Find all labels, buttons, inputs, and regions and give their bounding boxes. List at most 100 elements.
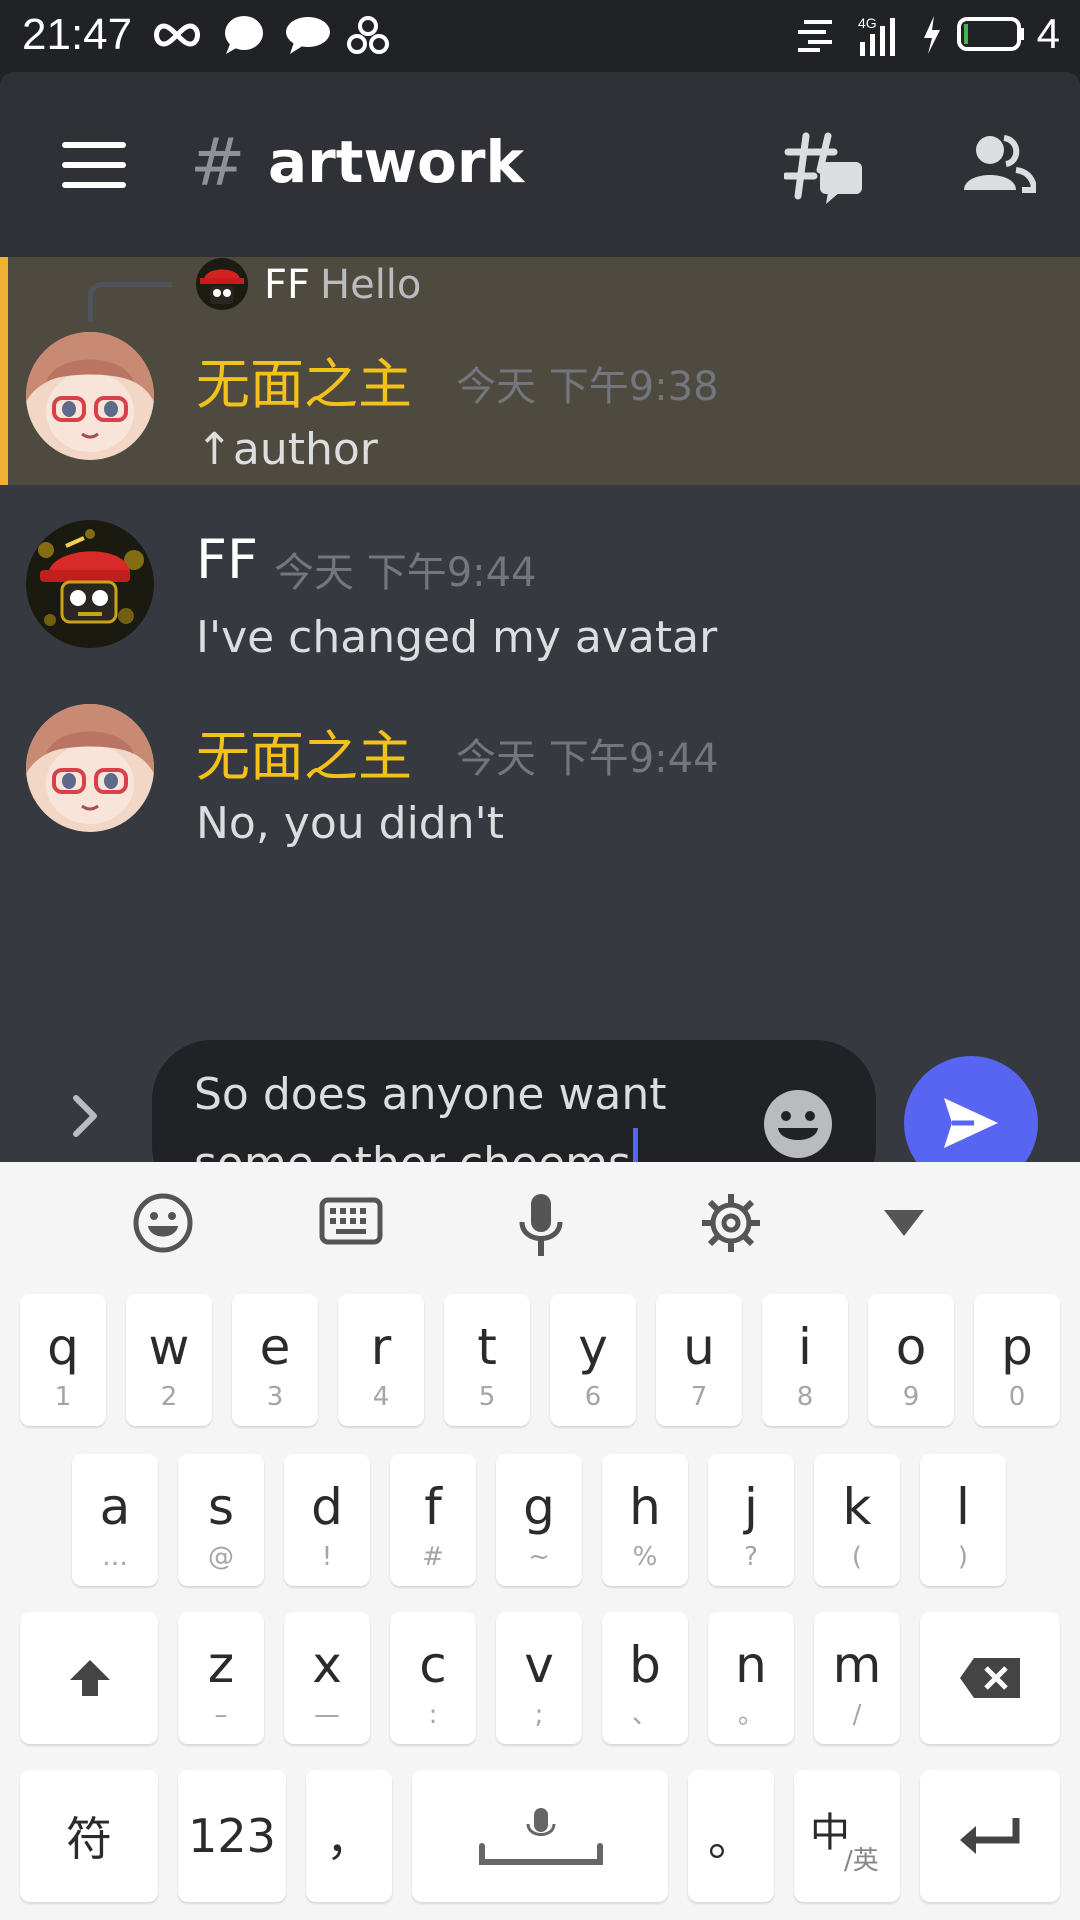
key-secondary-label: 0 — [1008, 1382, 1026, 1412]
key-t[interactable]: t5 — [444, 1294, 530, 1426]
key-label: i — [798, 1318, 812, 1376]
comma-key[interactable]: ， — [306, 1770, 392, 1902]
status-time: 21:47 — [22, 10, 133, 59]
key-secondary-label: : — [428, 1700, 438, 1730]
message-author[interactable]: 无面之主 — [196, 340, 412, 419]
key-label: p — [1001, 1318, 1033, 1376]
numbers-key[interactable]: 123 — [178, 1770, 286, 1902]
key-label: t — [477, 1318, 497, 1376]
key-h[interactable]: h% — [602, 1454, 688, 1586]
key-secondary-label: @ — [208, 1542, 234, 1572]
channel-hash-icon: # — [190, 124, 246, 201]
key-e[interactable]: e3 — [232, 1294, 318, 1426]
key-k[interactable]: k( — [814, 1454, 900, 1586]
message-timestamp: 今天 下午9:44 — [456, 736, 719, 782]
key-d[interactable]: d! — [284, 1454, 370, 1586]
menu-icon[interactable] — [62, 142, 126, 188]
key-label: d — [311, 1478, 343, 1536]
key-s[interactable]: s @ — [178, 1454, 264, 1586]
shift-key[interactable] — [20, 1612, 158, 1744]
backspace-key[interactable] — [920, 1612, 1060, 1744]
key-secondary-label: 、 — [631, 1700, 658, 1730]
key-i[interactable]: i8 — [762, 1294, 848, 1426]
key-label: g — [523, 1478, 555, 1536]
enter-key[interactable] — [920, 1770, 1060, 1902]
key-label: z — [207, 1636, 235, 1694]
avatar[interactable] — [26, 704, 154, 832]
channel-header: # artwork — [0, 72, 1080, 257]
key-secondary-label: ) — [957, 1542, 969, 1572]
key-b[interactable]: b、 — [602, 1612, 688, 1744]
reply-preview-text[interactable]: Hello — [320, 262, 421, 308]
message-author[interactable]: FF — [196, 528, 258, 591]
key-l[interactable]: l) — [920, 1454, 1006, 1586]
key-w[interactable]: w2 — [126, 1294, 212, 1426]
period-key[interactable]: 。 — [688, 1770, 774, 1902]
collapse-keyboard-icon[interactable] — [882, 1208, 926, 1238]
key-secondary-label: — — [314, 1700, 340, 1730]
soft-keyboard: q1w2e3r4t5y6u7i8o9p0 a… s @ d! f # g ~ h% j? k(l) … — [0, 1162, 1080, 1920]
key-label: b — [629, 1636, 661, 1694]
key-c[interactable]: c: — [390, 1612, 476, 1744]
avatar[interactable] — [26, 332, 154, 460]
language-switch-key[interactable]: 中 /英 — [794, 1770, 900, 1902]
key-label: f — [424, 1478, 442, 1536]
message-timestamp: 今天 下午9:38 — [456, 364, 719, 410]
key-p[interactable]: p0 — [974, 1294, 1060, 1426]
key-x[interactable]: x — — [284, 1612, 370, 1744]
message-author[interactable]: 无面之主 — [196, 712, 412, 791]
app-notification-icon — [347, 16, 389, 54]
emoji-icon[interactable] — [132, 1192, 194, 1254]
key-secondary-label: ; — [534, 1700, 544, 1730]
enter-icon — [960, 1818, 1020, 1854]
key-secondary-label: 7 — [690, 1382, 708, 1412]
key-label: o — [895, 1318, 927, 1376]
input-line-1: So does anyone want — [194, 1069, 667, 1120]
key-o[interactable]: o9 — [868, 1294, 954, 1426]
reply-author[interactable]: FF — [264, 262, 310, 308]
data-sync-icon — [798, 20, 832, 52]
key-label: k — [842, 1478, 872, 1536]
key-label: n — [735, 1636, 767, 1694]
microphone-icon[interactable] — [518, 1192, 564, 1258]
input-line-2: some other cheems — [194, 1138, 631, 1162]
key-n[interactable]: n。 — [708, 1612, 794, 1744]
avatar[interactable] — [26, 520, 154, 648]
send-icon — [944, 1098, 998, 1148]
key-secondary-label: 。 — [737, 1700, 764, 1730]
avatar[interactable] — [196, 258, 248, 310]
key-label: v — [524, 1636, 554, 1694]
period-key-label: 。 — [708, 1812, 754, 1866]
threads-icon[interactable] — [784, 132, 864, 204]
key-y[interactable]: y6 — [550, 1294, 636, 1426]
members-icon[interactable] — [960, 132, 1036, 196]
key-label: r — [370, 1318, 392, 1376]
key-j[interactable]: j? — [708, 1454, 794, 1586]
settings-icon[interactable] — [700, 1192, 762, 1254]
key-v[interactable]: v; — [496, 1612, 582, 1744]
send-button[interactable] — [904, 1056, 1038, 1162]
key-m[interactable]: m / — [814, 1612, 900, 1744]
space-key[interactable] — [412, 1770, 668, 1902]
chevron-right-icon[interactable] — [70, 1092, 100, 1140]
key-r[interactable]: r4 — [338, 1294, 424, 1426]
key-label: a — [99, 1478, 131, 1536]
key-g[interactable]: g ~ — [496, 1454, 582, 1586]
keyboard-icon[interactable] — [318, 1192, 384, 1250]
emoji-icon[interactable] — [762, 1088, 834, 1160]
chat-bubble-icon — [225, 16, 263, 54]
key-secondary-label: 8 — [796, 1382, 814, 1412]
message-input-text[interactable]: So does anyone want some other cheems — [194, 1062, 734, 1162]
key-label: q — [47, 1318, 79, 1376]
signal-icon: 4G — [858, 15, 895, 56]
key-z[interactable]: z – — [178, 1612, 264, 1744]
message-timestamp: 今天 下午9:44 — [274, 550, 537, 596]
key-label: u — [683, 1318, 715, 1376]
key-a[interactable]: a… — [72, 1454, 158, 1586]
key-f[interactable]: f # — [390, 1454, 476, 1586]
key-secondary-label: – — [214, 1700, 228, 1730]
symbols-key[interactable]: 符 — [20, 1770, 158, 1902]
key-q[interactable]: q1 — [20, 1294, 106, 1426]
key-u[interactable]: u7 — [656, 1294, 742, 1426]
message-input[interactable]: So does anyone want some other cheems — [152, 1040, 876, 1162]
